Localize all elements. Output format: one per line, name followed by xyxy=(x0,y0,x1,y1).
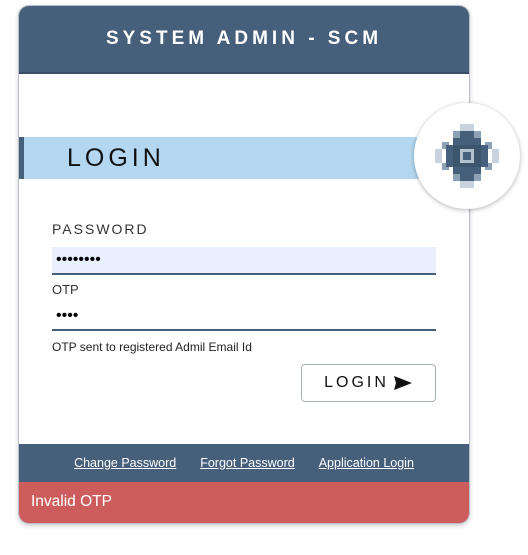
login-button-label: LOGIN xyxy=(324,374,389,391)
footer-bar: Change Password Forgot Password Applicat… xyxy=(19,444,469,482)
otp-sent-note: OTP sent to registered Admil Email Id xyxy=(52,340,252,354)
forgot-password-link[interactable]: Forgot Password xyxy=(200,456,294,470)
password-field[interactable] xyxy=(52,247,436,275)
error-message: Invalid OTP xyxy=(31,493,112,510)
app-title: SYSTEM ADMIN - SCM xyxy=(105,28,383,49)
password-label: PASSWORD xyxy=(52,221,149,237)
login-heading: LOGIN xyxy=(67,144,165,172)
error-bar: Invalid OTP xyxy=(19,482,469,523)
pixel-diamond-logo-icon xyxy=(435,124,499,188)
logo-badge xyxy=(414,103,520,209)
login-banner: LOGIN xyxy=(19,137,469,179)
login-button[interactable]: LOGIN xyxy=(301,364,436,402)
send-arrow-icon xyxy=(393,375,413,391)
login-card: SYSTEM ADMIN - SCM LOGIN PASSWORD OTP OT… xyxy=(19,6,469,523)
otp-field[interactable] xyxy=(52,303,436,331)
app-header: SYSTEM ADMIN - SCM xyxy=(19,6,469,74)
change-password-link[interactable]: Change Password xyxy=(74,456,176,470)
otp-label: OTP xyxy=(52,282,79,297)
footer-links: Change Password Forgot Password Applicat… xyxy=(19,456,469,470)
application-login-link[interactable]: Application Login xyxy=(319,456,414,470)
